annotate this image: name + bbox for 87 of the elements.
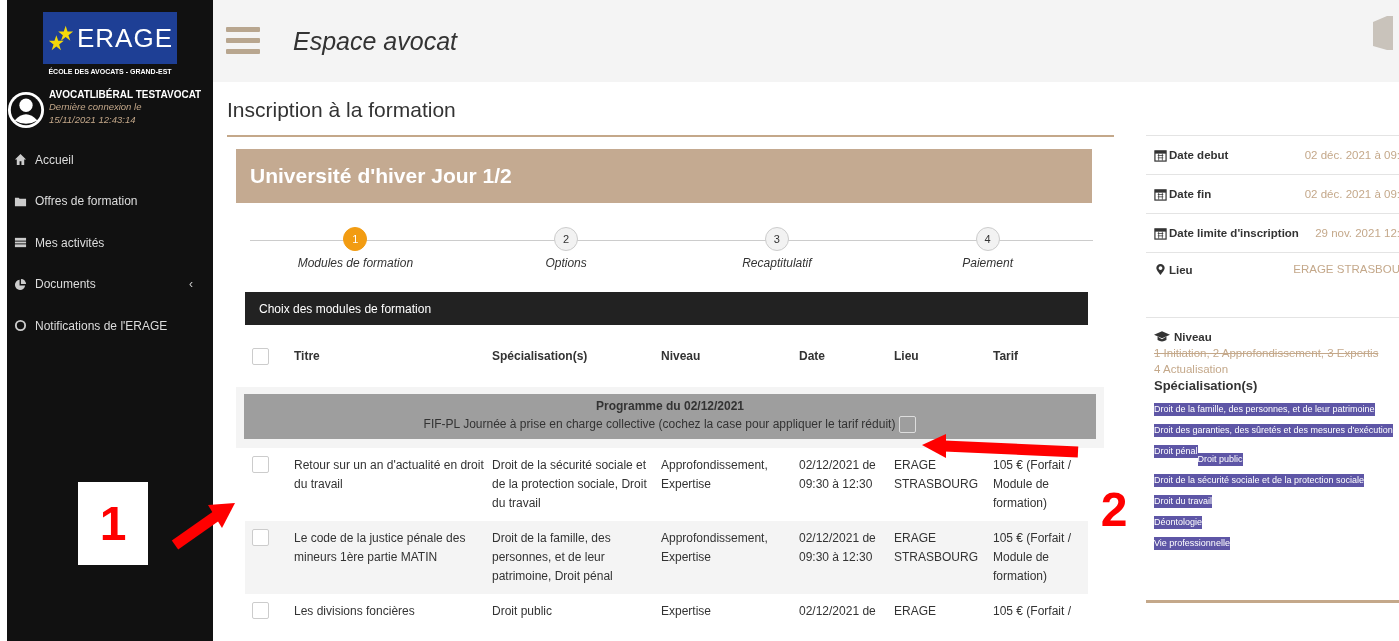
sidebar-item[interactable]: Notifications de l'ERAGE bbox=[7, 305, 213, 347]
program-title: Programme du 02/12/2021 bbox=[594, 399, 746, 413]
circle-icon bbox=[14, 319, 27, 333]
specialisation-tag: Droit des garanties, des sûretés et des mesures d'exécution bbox=[1154, 424, 1393, 437]
detail-label: Lieu bbox=[1154, 263, 1193, 276]
table-cell-text: Approfondissement, Expertise bbox=[661, 530, 769, 566]
table-cell-text: 105 € (Forfait / Module de formation) bbox=[993, 457, 1073, 512]
graduation-cap-icon bbox=[1154, 330, 1170, 343]
reduced-rate-checkbox[interactable] bbox=[899, 416, 917, 433]
row-checkbox[interactable] bbox=[252, 456, 269, 473]
table-cell-text: 02/12/2021 de 09:30 à 12:30 bbox=[799, 457, 877, 493]
document-icon[interactable] bbox=[1373, 16, 1393, 50]
nav-label: Documents bbox=[35, 277, 96, 292]
table-cell-text: Expertise bbox=[661, 603, 713, 620]
last-login: Dernière connexion le 15/11/2021 12:43:14 bbox=[49, 100, 143, 126]
header-title: Espace avocat bbox=[293, 26, 457, 56]
nav-label: Offres de formation bbox=[35, 194, 138, 209]
menu-icon[interactable] bbox=[226, 27, 260, 55]
nav-label: Mes activités bbox=[35, 235, 105, 250]
calendar-icon bbox=[1154, 148, 1167, 162]
section-header: Choix des modules de formation bbox=[245, 292, 1088, 325]
row-checkbox[interactable] bbox=[252, 602, 269, 619]
specialisation-tag: Droit pénal bbox=[1154, 445, 1198, 458]
wizard-step[interactable]: 3 Recaptitulatif bbox=[671, 227, 883, 270]
detail-value: ERAGE STRASBOU bbox=[1293, 263, 1399, 275]
select-all-checkbox[interactable] bbox=[252, 347, 269, 365]
wizard-step[interactable]: 4 Paiement bbox=[882, 227, 1093, 270]
nav-label: Accueil bbox=[35, 152, 74, 167]
specialisations-label: Spécialisation(s) bbox=[1154, 378, 1259, 393]
specialisation-tag: Vie professionnelle bbox=[1154, 537, 1230, 550]
table-cell-text: ERAGE STRASBOURG bbox=[894, 530, 979, 566]
table-cell-text: 02/12/2021 de bbox=[799, 603, 877, 620]
column-header: Tarif bbox=[993, 349, 1020, 363]
specialisation-tag: Droit public bbox=[1197, 453, 1243, 466]
page-title: Inscription à la formation bbox=[226, 97, 457, 123]
nav-label: Notifications de l'ERAGE bbox=[35, 318, 168, 333]
table-cell-text: Droit de la famille, des personnes, et de leur patrimoine, Droit pénal bbox=[492, 530, 614, 585]
table-cell-text: Droit de la sécurité sociale et de la protection sociale, Droit du travail bbox=[492, 457, 648, 512]
wizard-step[interactable]: 1 Modules de formation bbox=[250, 227, 461, 270]
specialisation-tag: Droit du travail bbox=[1154, 495, 1213, 508]
detail-value: 29 nov. 2021 12: bbox=[1315, 227, 1399, 239]
column-header: Titre bbox=[294, 349, 321, 363]
table-cell-text: Approfondissement, Expertise bbox=[661, 457, 769, 493]
detail-label: Date debut bbox=[1154, 148, 1229, 162]
table-cell-text: Droit public bbox=[492, 603, 554, 620]
erage-logo: ERAGE bbox=[43, 12, 177, 64]
sidebar-item[interactable]: Documents ‹ bbox=[7, 263, 213, 305]
sidebar-item[interactable]: Offres de formation bbox=[7, 180, 213, 222]
table-cell-text: 105 € (Forfait / Module de formation) bbox=[993, 530, 1073, 585]
program-note: FIF-PL Journée à prise en charge collective (cochez la case pour appliquer le tarif réduit) bbox=[423, 416, 896, 431]
table-cell-text: ERAGE STRASBOURG bbox=[894, 457, 979, 493]
location-pin-icon bbox=[1154, 263, 1167, 276]
specialisation-tag: Droit de la famille, des personnes, et de leur patrimoine bbox=[1154, 403, 1375, 416]
detail-label: Date limite d'inscription bbox=[1154, 226, 1299, 240]
table-cell-text: Le code de la justice pénale des mineurs 1ère partie MATIN bbox=[294, 530, 467, 566]
detail-label: Date fin bbox=[1154, 187, 1212, 201]
user-name: AVOCATLIBÉRAL TESTAVOCAT bbox=[49, 89, 202, 100]
specialisation-tag: Droit de la sécurité sociale et de la protection sociale bbox=[1154, 474, 1365, 487]
annotation-arrow bbox=[171, 503, 235, 550]
annotation-number: 1 bbox=[78, 482, 148, 565]
sidebar-item[interactable]: Mes activités bbox=[7, 222, 213, 264]
calendar-icon bbox=[1154, 226, 1167, 240]
column-header: Date bbox=[799, 349, 826, 363]
table-cell-text: Retour sur un an d'actualité en droit du travail bbox=[294, 457, 485, 493]
caret-icon: ‹ bbox=[189, 277, 193, 292]
pie-chart-icon bbox=[14, 277, 27, 291]
column-header: Lieu bbox=[894, 349, 920, 363]
list-icon bbox=[14, 236, 27, 250]
detail-value: 02 déc. 2021 à 09: bbox=[1304, 149, 1399, 161]
course-banner: Université d'hiver Jour 1/2 bbox=[236, 149, 1092, 203]
column-header: Spécialisation(s) bbox=[492, 349, 589, 363]
calendar-icon bbox=[1154, 187, 1167, 201]
stars-icon bbox=[47, 24, 75, 52]
table-cell-text: 02/12/2021 de 09:30 à 12:30 bbox=[799, 530, 877, 566]
row-checkbox[interactable] bbox=[252, 529, 269, 546]
table-cell-text: 105 € (Forfait / bbox=[993, 603, 1073, 620]
home-icon bbox=[14, 153, 27, 167]
table-cell-text: Les divisions foncières bbox=[294, 603, 416, 620]
specialisation-tag: Déontologie bbox=[1154, 516, 1203, 529]
niveau-label: Niveau bbox=[1174, 330, 1212, 343]
column-header: Niveau bbox=[661, 349, 702, 363]
wizard-step[interactable]: 2 Options bbox=[460, 227, 672, 270]
sidebar-item[interactable]: Accueil bbox=[7, 139, 213, 181]
level-text: 4 Actualisation bbox=[1154, 363, 1230, 375]
detail-value: 02 déc. 2021 à 09: bbox=[1304, 188, 1399, 200]
level-text: 1 Initiation, 2 Approfondissement, 3 Expertis bbox=[1154, 347, 1380, 359]
table-cell-text: ERAGE bbox=[894, 603, 937, 620]
